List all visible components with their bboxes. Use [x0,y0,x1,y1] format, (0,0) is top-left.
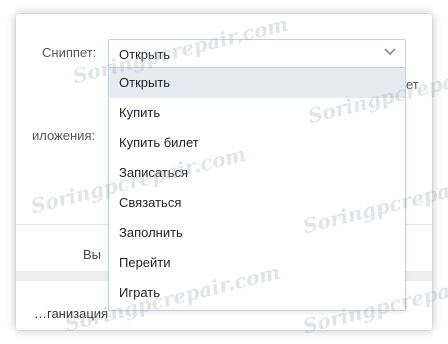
dropdown-item-contact[interactable]: Связаться [109,188,405,218]
dropdown-item-play[interactable]: Играть [109,278,405,308]
snippet-dropdown-list: Открыть Купить Купить билет Записаться С… [108,67,406,311]
chevron-down-icon [383,46,397,58]
attachments-label: иложения: [32,128,96,143]
dropdown-item-open[interactable]: Открыть [109,68,405,98]
dropdown-item-buy[interactable]: Купить [109,98,405,128]
dropdown-item-buy-ticket[interactable]: Купить билет [109,128,405,158]
section-text: Вы [83,247,102,262]
dialog-card: Сниппет: Открыть ет иложения: Вы …ганиза… [16,14,432,330]
dropdown-item-go[interactable]: Перейти [109,248,405,278]
background-cut-text: ет [406,77,419,92]
snippet-label: Сниппет: [42,45,97,60]
bottom-text: …ганизация [34,306,109,321]
dropdown-item-fill[interactable]: Заполнить [109,218,405,248]
dropdown-item-sign-up[interactable]: Записаться [109,158,405,188]
snippet-select[interactable]: Открыть [108,39,406,67]
snippet-select-value: Открыть [119,47,171,62]
